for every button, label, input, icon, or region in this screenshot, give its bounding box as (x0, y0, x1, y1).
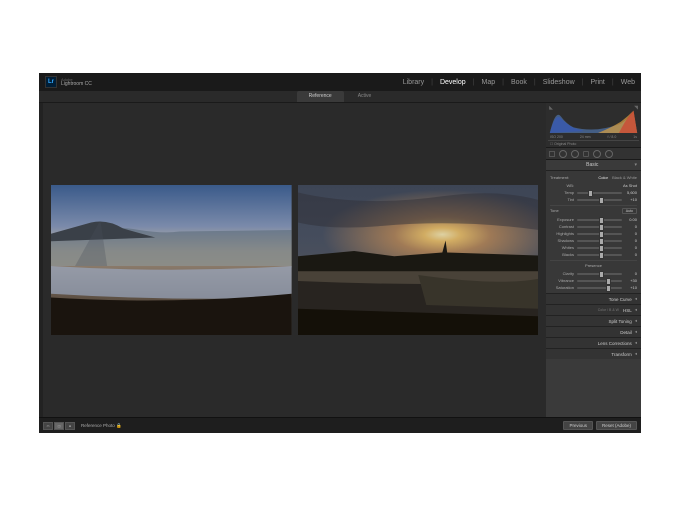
radial-filter-icon[interactable] (593, 150, 601, 158)
shadow-clip-icon[interactable]: ◣ (548, 105, 554, 111)
temp-slider[interactable] (577, 192, 622, 194)
toolbar-footer: ▭ ◫ ⊟ Reference Photo 🔒 Previous Reset (… (39, 417, 641, 433)
active-photo[interactable] (298, 185, 539, 335)
module-map[interactable]: Map (481, 79, 495, 86)
lightroom-window: Lr Adobe Lightroom CC Library| Develop| … (39, 73, 641, 433)
clarity-slider[interactable] (577, 273, 622, 275)
auto-tone-button[interactable]: Auto (622, 208, 637, 214)
titlebar: Lr Adobe Lightroom CC Library| Develop| … (39, 73, 641, 91)
treatment-bw[interactable]: Black & White (612, 175, 637, 180)
saturation-slider[interactable] (577, 287, 622, 289)
module-slideshow[interactable]: Slideshow (543, 79, 575, 86)
compare-tabs: Reference Active (39, 91, 641, 103)
contrast-value[interactable]: 0 (625, 224, 637, 229)
original-photo-toggle[interactable]: ☐ Original Photo (548, 140, 639, 147)
exposure-value[interactable]: 0.00 (625, 217, 637, 222)
footer-label: Reference Photo 🔒 (81, 423, 122, 429)
spot-tool-icon[interactable] (559, 150, 567, 158)
lr-icon: Lr (45, 76, 57, 88)
exposure-slider[interactable] (577, 219, 622, 221)
reset-button[interactable]: Reset (Adobe) (596, 421, 637, 430)
module-book[interactable]: Book (511, 79, 527, 86)
blacks-slider[interactable] (577, 254, 622, 256)
wb-preset-dropdown[interactable]: As Shot (623, 183, 637, 188)
tint-slider[interactable] (577, 199, 622, 201)
histogram-panel[interactable]: ◣ ◥ ISO 200 24 mm f / 8.0 1s ☐ Original … (546, 103, 641, 148)
clarity-value[interactable]: 0 (625, 271, 637, 276)
redeye-tool-icon[interactable] (571, 150, 579, 158)
previous-button[interactable]: Previous (563, 421, 593, 430)
lens-corrections-panel[interactable]: Lens Corrections◂ (546, 337, 641, 348)
highlights-value[interactable]: 0 (625, 231, 637, 236)
reference-photo[interactable] (51, 185, 292, 335)
tab-reference[interactable]: Reference (297, 91, 344, 102)
treatment-label: Treatment: (550, 175, 569, 180)
saturation-value[interactable]: +10 (625, 285, 637, 290)
vibrance-value[interactable]: +30 (625, 278, 637, 283)
module-develop[interactable]: Develop (440, 79, 466, 86)
module-picker: Library| Develop| Map| Book| Slideshow| … (403, 79, 635, 86)
lock-icon[interactable]: 🔒 (116, 423, 122, 428)
tab-active[interactable]: Active (346, 91, 384, 102)
basic-panel-header[interactable]: Basic▾ (546, 160, 641, 171)
transform-panel[interactable]: Transform◂ (546, 348, 641, 359)
split-toning-panel[interactable]: Split Toning◂ (546, 315, 641, 326)
grad-filter-icon[interactable] (583, 151, 589, 157)
right-panel: ◣ ◥ ISO 200 24 mm f / 8.0 1s ☐ Original … (546, 103, 641, 417)
highlights-slider[interactable] (577, 233, 622, 235)
brush-tool-icon[interactable] (605, 150, 613, 158)
highlight-clip-icon[interactable]: ◥ (633, 105, 639, 111)
blacks-value[interactable]: 0 (625, 252, 637, 257)
whites-slider[interactable] (577, 247, 622, 249)
tool-strip (546, 148, 641, 160)
loupe-view-icon[interactable]: ▭ (43, 422, 53, 430)
brand-logo: Lr Adobe Lightroom CC (45, 76, 92, 88)
treatment-color[interactable]: Color (598, 175, 608, 180)
main-area: ◣ ◥ ISO 200 24 mm f / 8.0 1s ☐ Original … (39, 103, 641, 417)
temp-value[interactable]: 5,600 (625, 190, 637, 195)
whites-value[interactable]: 0 (625, 245, 637, 250)
before-after-view-icon[interactable]: ⊟ (65, 422, 75, 430)
basic-panel: Treatment: Color Black & White WB:As Sho… (546, 171, 641, 293)
detail-panel[interactable]: Detail◂ (546, 326, 641, 337)
module-library[interactable]: Library (403, 79, 424, 86)
crop-tool-icon[interactable] (549, 151, 555, 157)
tone-curve-panel[interactable]: Tone Curve◂ (546, 293, 641, 304)
module-print[interactable]: Print (590, 79, 604, 86)
reference-view-icon[interactable]: ◫ (54, 422, 64, 430)
tint-value[interactable]: +10 (625, 197, 637, 202)
product-name: Lightroom CC (61, 82, 92, 87)
module-web[interactable]: Web (621, 79, 635, 86)
image-viewer (43, 103, 546, 417)
shadows-value[interactable]: 0 (625, 238, 637, 243)
contrast-slider[interactable] (577, 226, 622, 228)
shadows-slider[interactable] (577, 240, 622, 242)
hsl-panel[interactable]: Color / B & WHSL◂ (546, 304, 641, 315)
vibrance-slider[interactable] (577, 280, 622, 282)
